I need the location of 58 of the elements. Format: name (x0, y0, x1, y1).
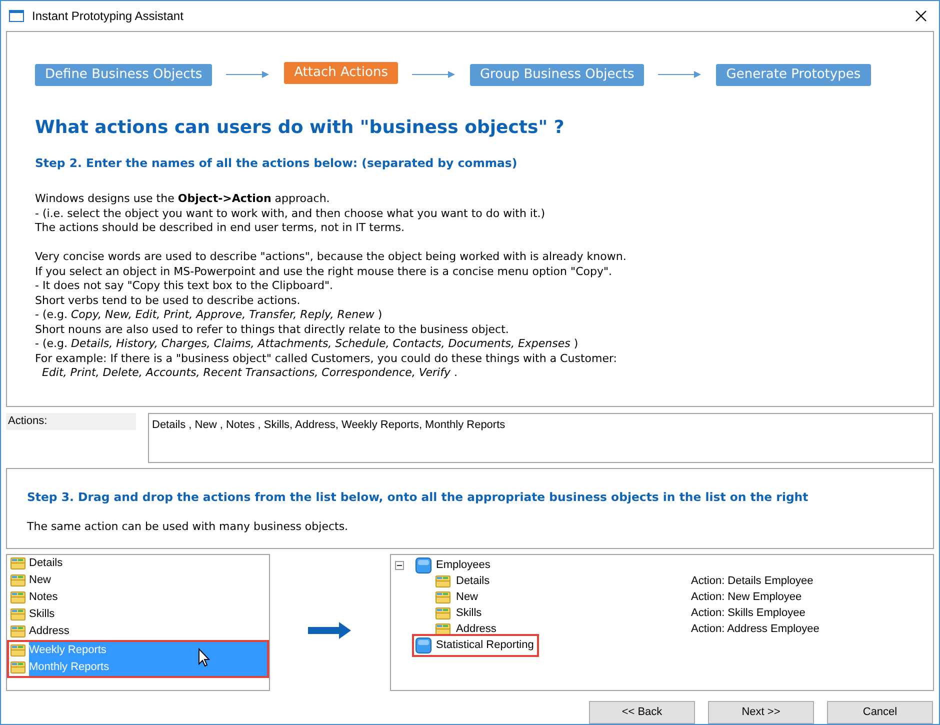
text-line: - (i.e. select the object you want to work with, and then choose what you want to do with it.) (35, 206, 546, 222)
list-item[interactable]: Notes (7, 589, 269, 606)
text-line: For example: If there is a "business object" called Customers, you could do these things with a Customer: (35, 352, 618, 366)
text-line: - (e.g. Details, History, Charges, Claims, Attachments, Schedule, Contacts, Documents, Expenses ) (35, 337, 580, 352)
step-title: Step 3. Drag and drop the actions from the list below, onto all the appropriate business objects in the list on the right (27, 488, 810, 506)
text-line: Edit, Print, Delete, Accounts, Recent Transactions, Correspondence, Verify . (41, 366, 458, 381)
action-text: Action: Address Employee (691, 622, 820, 637)
text-line: Windows designs use the Object->Action approach. (35, 192, 331, 207)
list-item[interactable]: Skills (7, 606, 269, 624)
folder-icon (10, 608, 26, 622)
list-item[interactable]: Details (7, 555, 269, 572)
action-text: Action: Details Employee (691, 574, 814, 589)
object-icon (415, 636, 432, 654)
dialog-button[interactable]: Cancel (827, 701, 933, 724)
arrow-icon (658, 70, 702, 79)
folder-icon (10, 574, 26, 588)
text-line: - It does not say "Copy this text box to the Clipboard". (35, 279, 334, 294)
tree-item[interactable]: Address (456, 620, 691, 638)
page-heading: What actions can users do with "business objects" ? (35, 116, 566, 140)
arrow-icon (226, 70, 270, 79)
object-icon (415, 556, 432, 574)
text-line: The actions should be described in end user terms, not in IT terms. (35, 221, 406, 236)
right-arrow-icon (308, 622, 352, 640)
folder-icon (10, 644, 26, 658)
folder-icon (10, 557, 26, 570)
folder-icon (10, 591, 26, 604)
tree-item[interactable]: Skills (456, 604, 691, 622)
tree-item[interactable]: Details (456, 572, 691, 590)
dialog-button[interactable]: Next >> (708, 701, 814, 724)
text-line: Very concise words are used to describe "actions", because the object being worked with is already known. (35, 250, 628, 265)
collapse-icon[interactable] (395, 560, 404, 570)
list-item[interactable]: Address (7, 623, 269, 640)
instruction-text: The same action can be used with many business objects. (27, 520, 350, 535)
step-title: Step 2. Enter the names of all the actions below: (separated by commas) (35, 155, 518, 172)
action-text: Action: Skills Employee (691, 606, 806, 621)
tree-node[interactable]: Employees (415, 556, 490, 574)
mouse-cursor-icon (198, 648, 210, 667)
text-line: - (e.g. Copy, New, Edit, Print, Approve, Transfer, Reply, Renew ) (35, 308, 384, 323)
window-title: Instant Prototyping Assistant (32, 8, 184, 26)
text-line: Short nouns are also used to refer to things that directly relate to the business object. (35, 322, 510, 338)
text-line: If you select an object in MS-Powerpoint and use the right mouse there is a concise menu option "Copy". (35, 264, 614, 280)
text-line: Short verbs tend to be used to describe actions. (35, 294, 302, 308)
action-text: Action: New Employee (691, 590, 802, 605)
arrow-icon (412, 70, 456, 79)
tree-item[interactable]: New (456, 588, 691, 606)
field-label: Actions: (6, 412, 136, 430)
folder-icon (435, 606, 451, 620)
folder-icon (435, 590, 451, 604)
folder-icon (435, 622, 451, 636)
actions-field[interactable]: Details , New , Notes , Skills, Address, Weekly Reports, Monthly Reports (148, 412, 933, 463)
dialog-button[interactable]: << Back (589, 701, 695, 724)
close-icon[interactable] (915, 10, 927, 22)
window-icon (9, 10, 24, 22)
folder-icon (10, 661, 26, 674)
folder-icon (10, 625, 26, 638)
folder-icon (435, 574, 451, 588)
tree-node[interactable]: Statistical Reporting (415, 636, 536, 654)
list-item[interactable]: New (7, 572, 269, 590)
